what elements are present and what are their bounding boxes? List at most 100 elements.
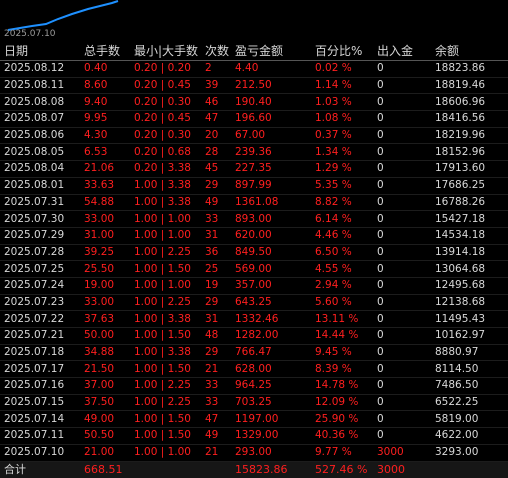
cell-profit: 67.00	[231, 127, 311, 145]
cell-profit: 1197.00	[231, 410, 311, 429]
cell-profit: 964.25	[231, 377, 311, 395]
cell-percent: 6.50 %	[311, 244, 373, 262]
table-row[interactable]: 2025.07.16 37.00 1.00 | 2.25 33 964.25 14.78 …	[0, 377, 508, 395]
cell-min-max-lots: 1.00 | 3.38	[130, 310, 201, 328]
table-row[interactable]: 2025.07.23 33.00 1.00 | 2.25 29 643.25 5.60 %…	[0, 294, 508, 312]
cell-total-lots: 50.50	[80, 427, 130, 445]
cell-count: 28	[201, 143, 231, 162]
cell-min-max-lots: 1.00 | 3.38	[130, 344, 201, 362]
cell-total-lots: 54.88	[80, 194, 130, 212]
cell-profit: 849.50	[231, 244, 311, 262]
table-row[interactable]: 2025.07.24 19.00 1.00 | 1.00 19 357.00 2.94 %…	[0, 277, 508, 295]
cell-count: 33	[201, 210, 231, 228]
header-total-lots[interactable]: 总手数	[80, 41, 130, 61]
cell-profit: 1332.46	[231, 310, 311, 328]
table-row[interactable]: 2025.08.08 9.40 0.20 | 0.30 46 190.40 1.03 % 0…	[0, 93, 508, 112]
cell-count: 48	[201, 327, 231, 345]
table-row[interactable]: 2025.08.12 0.40 0.20 | 0.20 2 4.40 0.02 % 0 188…	[0, 60, 508, 78]
cell-total-lots: 37.63	[80, 310, 130, 328]
cell-total-lots: 37.00	[80, 377, 130, 395]
cell-profit: 227.35	[231, 160, 311, 178]
cell-total-lots: 6.53	[80, 143, 130, 162]
table-row[interactable]: 2025.07.25 25.50 1.00 | 1.50 25 569.00 4.55 %…	[0, 260, 508, 278]
table-row[interactable]: 2025.08.05 6.53 0.20 | 0.68 28 239.36 1.34 % 0…	[0, 143, 508, 162]
table-row[interactable]: 2025.07.21 50.00 1.00 | 1.50 48 1282.00 14.44…	[0, 327, 508, 345]
cell-balance: 14534.18	[431, 227, 508, 245]
table-row[interactable]: 2025.08.06 4.30 0.20 | 0.30 20 67.00 0.37 % 0 1…	[0, 127, 508, 145]
table-row[interactable]: 2025.07.18 34.88 1.00 | 3.38 29 766.47 9.45 %…	[0, 344, 508, 362]
cell-deposit: 0	[373, 194, 431, 212]
cell-min-max-lots: 1.00 | 3.38	[130, 177, 201, 195]
cell-percent: 40.36 %	[311, 427, 373, 445]
table-row[interactable]: 2025.08.11 8.60 0.20 | 0.45 39 212.50 1.14 % 0…	[0, 77, 508, 95]
header-date[interactable]: 日期	[0, 41, 80, 61]
cell-date: 2025.07.10	[0, 444, 80, 462]
cell-date: 2025.08.12	[0, 60, 80, 78]
cell-percent: 1.29 %	[311, 160, 373, 178]
header-percent[interactable]: 百分比%	[311, 41, 373, 61]
cell-percent: 14.78 %	[311, 377, 373, 395]
cell-total-lots: 33.63	[80, 177, 130, 195]
equity-curve-svg	[7, 0, 119, 31]
cell-date: 2025.07.17	[0, 360, 80, 379]
cell-total-lots: 49.00	[80, 410, 130, 429]
table-row[interactable]: 2025.07.10 21.00 1.00 | 1.00 21 293.00 9.77 %…	[0, 444, 508, 462]
cell-profit: 239.36	[231, 143, 311, 162]
cell-min-max-lots: 0.20 | 0.30	[130, 93, 201, 112]
cell-profit: 897.99	[231, 177, 311, 195]
cell-percent: 9.45 %	[311, 344, 373, 362]
cell-date: 2025.08.04	[0, 160, 80, 178]
cell-date: 2025.07.21	[0, 327, 80, 345]
table-row[interactable]: 2025.07.17 21.50 1.00 | 1.50 21 628.00 8.39 %…	[0, 360, 508, 379]
cell-date: 2025.08.08	[0, 93, 80, 112]
table-row[interactable]: 2025.08.04 21.06 0.20 | 3.38 45 227.35 1.29 %…	[0, 160, 508, 178]
table-row[interactable]: 2025.08.07 9.95 0.20 | 0.45 47 196.60 1.08 % 0…	[0, 110, 508, 128]
cell-date: 2025.07.18	[0, 344, 80, 362]
cell-min-max-lots: 1.00 | 1.50	[130, 360, 201, 379]
cell-min-max-lots: 1.00 | 1.50	[130, 260, 201, 278]
cell-min-max-lots: 0.20 | 3.38	[130, 160, 201, 178]
total-lots: 668.51	[80, 460, 130, 478]
table-row[interactable]: 2025.07.11 50.50 1.00 | 1.50 49 1329.00 40.36…	[0, 427, 508, 445]
table-row[interactable]: 2025.08.01 33.63 1.00 | 3.38 29 897.99 5.35 %…	[0, 177, 508, 195]
cell-balance: 12138.68	[431, 294, 508, 312]
cell-date: 2025.07.23	[0, 294, 80, 312]
header-min-max-lots[interactable]: 最小|大手数	[130, 41, 201, 61]
table-row[interactable]: 2025.07.29 31.00 1.00 | 1.00 31 620.00 4.46 %…	[0, 227, 508, 245]
cell-deposit: 0	[373, 177, 431, 195]
cell-balance: 10162.97	[431, 327, 508, 345]
table-row[interactable]: 2025.07.22 37.63 1.00 | 3.38 31 1332.46 13.11…	[0, 310, 508, 328]
cell-total-lots: 9.40	[80, 93, 130, 112]
cell-date: 2025.08.01	[0, 177, 80, 195]
cell-deposit: 0	[373, 110, 431, 128]
table-row[interactable]: 2025.07.31 54.88 1.00 | 3.38 49 1361.08 8.82 …	[0, 194, 508, 212]
cell-count: 20	[201, 127, 231, 145]
cell-balance: 18606.96	[431, 93, 508, 112]
cell-min-max-lots: 1.00 | 3.38	[130, 194, 201, 212]
cell-date: 2025.07.22	[0, 310, 80, 328]
cell-percent: 12.09 %	[311, 394, 373, 412]
header-profit[interactable]: 盈亏金额	[231, 41, 311, 61]
cell-profit: 1361.08	[231, 194, 311, 212]
header-balance[interactable]: 余额	[431, 41, 508, 61]
table-row[interactable]: 2025.07.15 37.50 1.00 | 2.25 33 703.25 12.09 …	[0, 394, 508, 412]
cell-count: 31	[201, 310, 231, 328]
header-deposit[interactable]: 出入金	[373, 41, 431, 61]
table-row[interactable]: 2025.07.28 39.25 1.00 | 2.25 36 849.50 6.50 %…	[0, 244, 508, 262]
cell-balance: 3293.00	[431, 444, 508, 462]
cell-percent: 1.03 %	[311, 93, 373, 112]
cell-date: 2025.07.31	[0, 194, 80, 212]
cell-total-lots: 25.50	[80, 260, 130, 278]
table-row[interactable]: 2025.07.30 33.00 1.00 | 1.00 33 893.00 6.14 %…	[0, 210, 508, 228]
cell-balance: 18416.56	[431, 110, 508, 128]
table-header-row: 日期 总手数 最小|大手数 次数 盈亏金额 百分比% 出入金 余额	[0, 41, 508, 61]
cell-count: 49	[201, 427, 231, 445]
cell-balance: 18823.86	[431, 60, 508, 78]
cell-count: 49	[201, 194, 231, 212]
cell-deposit: 3000	[373, 444, 431, 462]
cell-percent: 4.55 %	[311, 260, 373, 278]
table-row[interactable]: 2025.07.14 49.00 1.00 | 1.50 47 1197.00 25.90…	[0, 410, 508, 429]
cell-profit: 628.00	[231, 360, 311, 379]
cell-date: 2025.07.28	[0, 244, 80, 262]
header-count[interactable]: 次数	[201, 41, 231, 61]
